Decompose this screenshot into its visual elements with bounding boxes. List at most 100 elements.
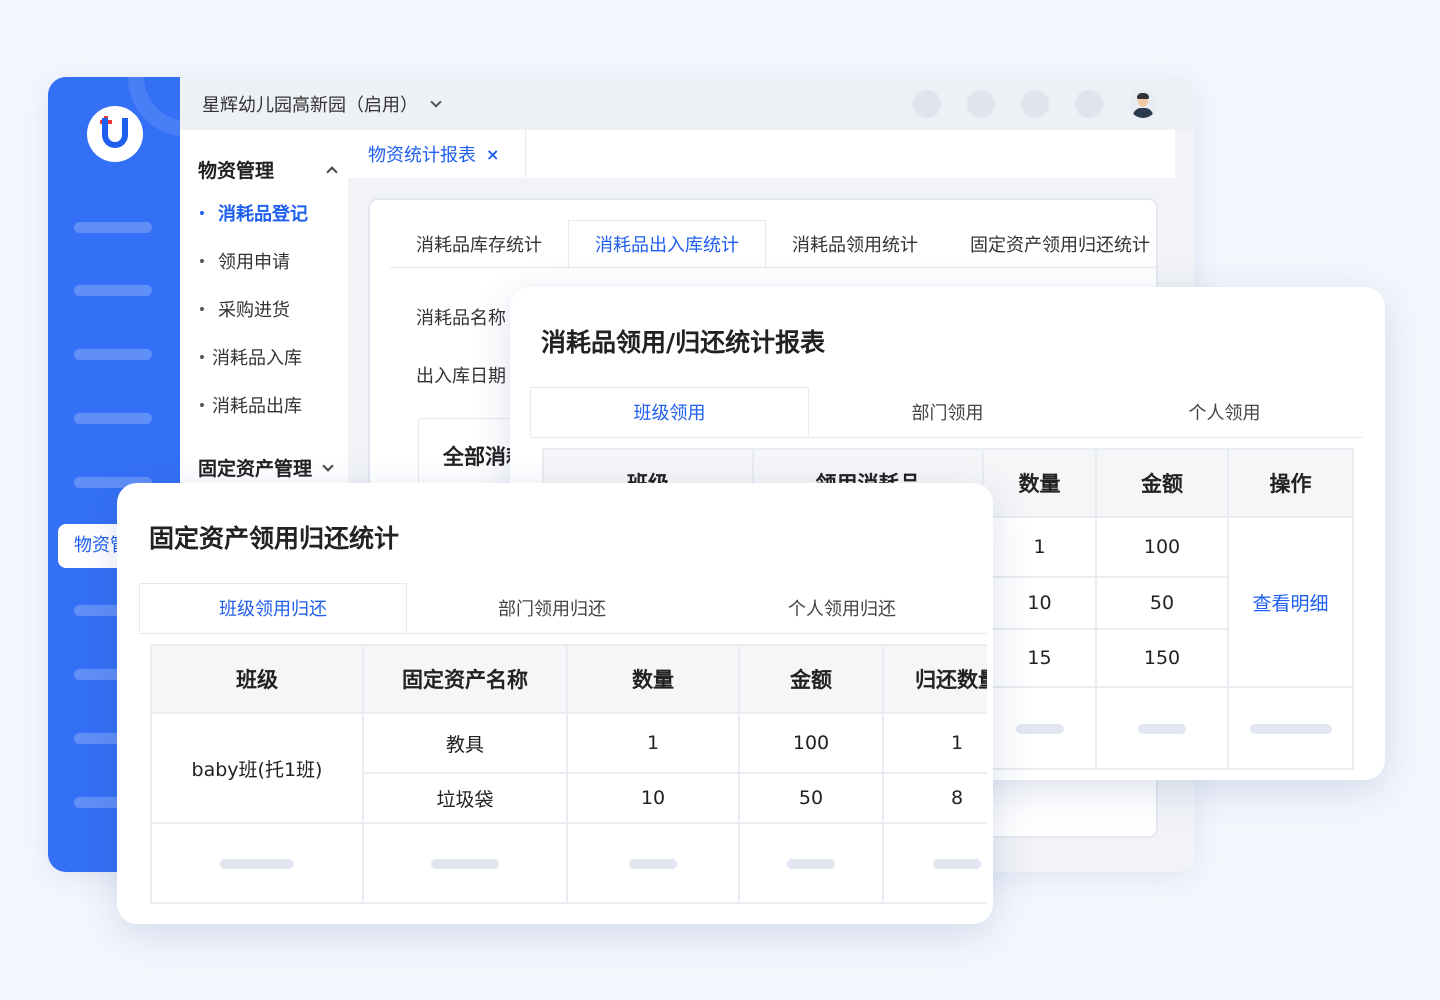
app-logo[interactable] (87, 106, 143, 162)
consumable-tabs: 班级领用 部门领用 个人领用 (530, 387, 1363, 438)
menu-item-apply[interactable]: 领用申请 (200, 248, 290, 274)
tab-consumable-usage[interactable]: 消耗品领用统计 (766, 220, 944, 267)
placeholder-cell (566, 822, 740, 904)
tab-consumable-inout[interactable]: 消耗品出入库统计 (568, 220, 766, 267)
rail-item-placeholder[interactable] (74, 349, 152, 360)
amount-cell: 150 (1095, 628, 1229, 688)
bullet-icon (200, 259, 204, 263)
logo-u-icon (102, 118, 128, 148)
bullet-icon (200, 403, 204, 407)
placeholder-cell (150, 822, 364, 904)
placeholder-pill (933, 859, 981, 869)
card-title: 消耗品领用/归还统计报表 (541, 328, 826, 357)
menu-item-label: 消耗品出库 (212, 396, 302, 417)
tab-consumable-stock[interactable]: 消耗品库存统计 (390, 220, 568, 267)
menu-group-label: 固定资产管理 (198, 458, 313, 480)
asset-name-cell: 教具 (362, 712, 568, 774)
menu-group-fixed-assets[interactable]: 固定资产管理 (198, 454, 340, 481)
col-qty: 数量 (982, 448, 1097, 518)
rail-item-placeholder[interactable] (74, 413, 152, 424)
asset-report-card: 固定资产领用归还统计 班级领用归还 部门领用归还 个人领用归还 班级 固定资产名… (117, 483, 993, 924)
placeholder-cell (882, 822, 987, 904)
avatar-hair (1137, 93, 1149, 99)
card-title: 固定资产领用归还统计 (149, 524, 400, 553)
placeholder-cell (982, 686, 1097, 770)
close-icon[interactable]: × (486, 145, 499, 164)
view-detail-link[interactable]: 查看明细 (1252, 593, 1328, 615)
user-avatar[interactable] (1129, 90, 1157, 118)
filter-name-label: 消耗品名称 (416, 308, 506, 329)
toolbar-icon[interactable] (1075, 90, 1103, 118)
chevron-down-icon (430, 95, 442, 108)
rail-item-placeholder[interactable] (74, 285, 152, 296)
menu-item-purchase[interactable]: 采购进货 (200, 296, 290, 322)
col-amount: 金额 (738, 644, 884, 714)
col-class: 班级 (150, 644, 364, 714)
top-bar: 星辉幼儿园高新园（启用） (180, 77, 1195, 130)
placeholder-cell (738, 822, 884, 904)
org-name: 星辉幼儿园高新园（启用） (202, 94, 418, 116)
asset-table-viewport: 班级 固定资产名称 数量 金额 归还数量 baby班(托1班) 教具 1 100… (150, 644, 987, 924)
col-returned: 归还数量 (882, 644, 987, 714)
menu-item-label: 消耗品入库 (212, 348, 302, 369)
menu-item-consumable-register[interactable]: 消耗品登记 (200, 200, 308, 226)
top-icons (913, 90, 1157, 118)
page-tab-strip: 物资统计报表 × (348, 130, 1175, 178)
filter-date-label: 出入库日期 (416, 366, 506, 387)
tab-personal-return[interactable]: 个人领用归还 (697, 583, 987, 633)
tab-asset-usage[interactable]: 固定资产领用归还统计 (944, 220, 1156, 267)
placeholder-cell (1095, 686, 1229, 770)
tab-class-return[interactable]: 班级领用归还 (139, 583, 407, 633)
tab-dept-usage[interactable]: 部门领用 (809, 387, 1086, 437)
menu-group-materials[interactable]: 物资管理 (198, 156, 340, 183)
menu-item-label: 采购进货 (218, 300, 290, 321)
asset-table: 班级 固定资产名称 数量 金额 归还数量 baby班(托1班) 教具 1 100… (150, 644, 987, 904)
qty-cell: 1 (566, 712, 740, 774)
placeholder-pill (431, 859, 499, 869)
toolbar-icon[interactable] (967, 90, 995, 118)
placeholder-pill (787, 859, 835, 869)
qty-cell: 1 (982, 516, 1097, 578)
returned-cell: 8 (882, 772, 987, 824)
toolbar-icon[interactable] (1021, 90, 1049, 118)
placeholder-pill (220, 859, 294, 869)
placeholder-pill (1015, 724, 1064, 734)
menu-item-stock-out[interactable]: 消耗品出库 (200, 392, 302, 418)
avatar-suit (1133, 108, 1153, 118)
tab-material-report[interactable]: 物资统计报表 × (348, 130, 526, 178)
chevron-down-icon (322, 459, 334, 472)
bullet-icon (200, 307, 204, 311)
placeholder-pill (1249, 724, 1332, 734)
menu-item-label: 领用申请 (218, 252, 290, 273)
org-switcher[interactable]: 星辉幼儿园高新园（启用） (202, 91, 442, 117)
tab-class-usage[interactable]: 班级领用 (530, 387, 809, 437)
chevron-up-icon (326, 165, 338, 178)
menu-group-label: 物资管理 (198, 160, 275, 182)
amount-cell: 50 (1095, 576, 1229, 630)
tab-personal-usage[interactable]: 个人领用 (1086, 387, 1363, 437)
asset-tabs: 班级领用归还 部门领用归还 个人领用归还 (139, 583, 987, 634)
col-amount: 金额 (1095, 448, 1229, 518)
qty-cell: 10 (982, 576, 1097, 630)
col-action: 操作 (1227, 448, 1354, 518)
tab-dept-return[interactable]: 部门领用归还 (407, 583, 697, 633)
stat-tabs: 消耗品库存统计 消耗品出入库统计 消耗品领用统计 固定资产领用归还统计 (390, 220, 1156, 268)
amount-cell: 100 (738, 712, 884, 774)
toolbar-icon[interactable] (913, 90, 941, 118)
tab-label: 物资统计报表 (368, 145, 476, 166)
col-qty: 数量 (566, 644, 740, 714)
placeholder-pill (1138, 724, 1186, 734)
returned-cell: 1 (882, 712, 987, 774)
qty-cell: 10 (566, 772, 740, 824)
placeholder-pill (629, 859, 677, 869)
rail-item-placeholder[interactable] (74, 222, 152, 233)
bullet-icon (200, 211, 204, 215)
menu-item-stock-in[interactable]: 消耗品入库 (200, 344, 302, 370)
asset-name-cell: 垃圾袋 (362, 772, 568, 824)
bullet-icon (200, 355, 204, 359)
amount-cell: 100 (1095, 516, 1229, 578)
placeholder-row (150, 822, 987, 904)
class-cell: baby班(托1班) (150, 712, 364, 824)
qty-cell: 15 (982, 628, 1097, 688)
placeholder-cell (362, 822, 568, 904)
